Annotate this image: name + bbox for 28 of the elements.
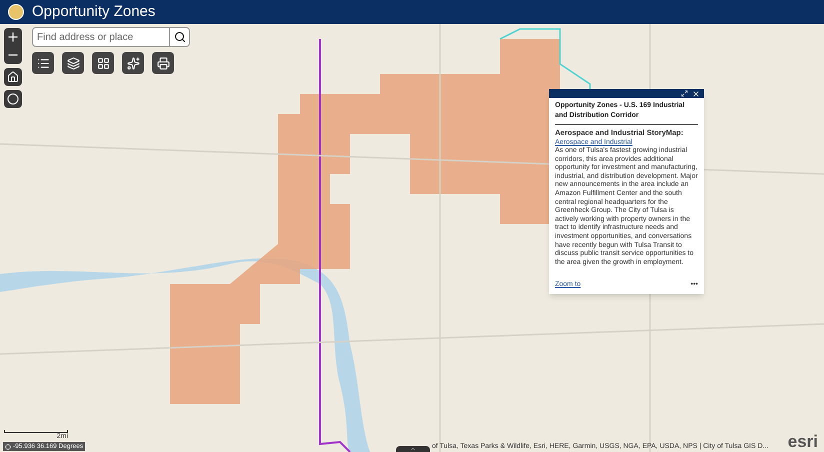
layers-button[interactable] (62, 52, 84, 74)
search-button[interactable] (170, 27, 190, 47)
list-icon (36, 56, 50, 70)
maximize-button[interactable] (681, 90, 688, 97)
esri-logo: esri (788, 433, 818, 451)
close-button[interactable] (692, 90, 700, 98)
caret-icon (410, 446, 416, 452)
home-button[interactable] (4, 68, 22, 86)
expand-tab-button[interactable] (396, 446, 430, 452)
sparkle-icon (126, 56, 140, 70)
locate-button[interactable] (4, 90, 22, 108)
home-icon (7, 71, 19, 83)
city-seal-icon (8, 4, 24, 20)
scale-bar (4, 430, 68, 433)
layers-icon (66, 56, 80, 70)
app-title: Opportunity Zones (32, 2, 156, 22)
printer-icon (156, 56, 170, 70)
grid-button[interactable] (92, 52, 114, 74)
close-icon (692, 90, 700, 98)
printer-button[interactable] (152, 52, 174, 74)
list-button[interactable] (32, 52, 54, 74)
grid-icon (96, 56, 110, 70)
search-icon (174, 31, 186, 43)
circle-icon (7, 93, 19, 105)
crosshair-icon (5, 444, 11, 450)
search-field[interactable]: Find address or place (32, 27, 170, 47)
sparkle-button[interactable] (122, 52, 144, 74)
plus-icon (6, 30, 20, 44)
